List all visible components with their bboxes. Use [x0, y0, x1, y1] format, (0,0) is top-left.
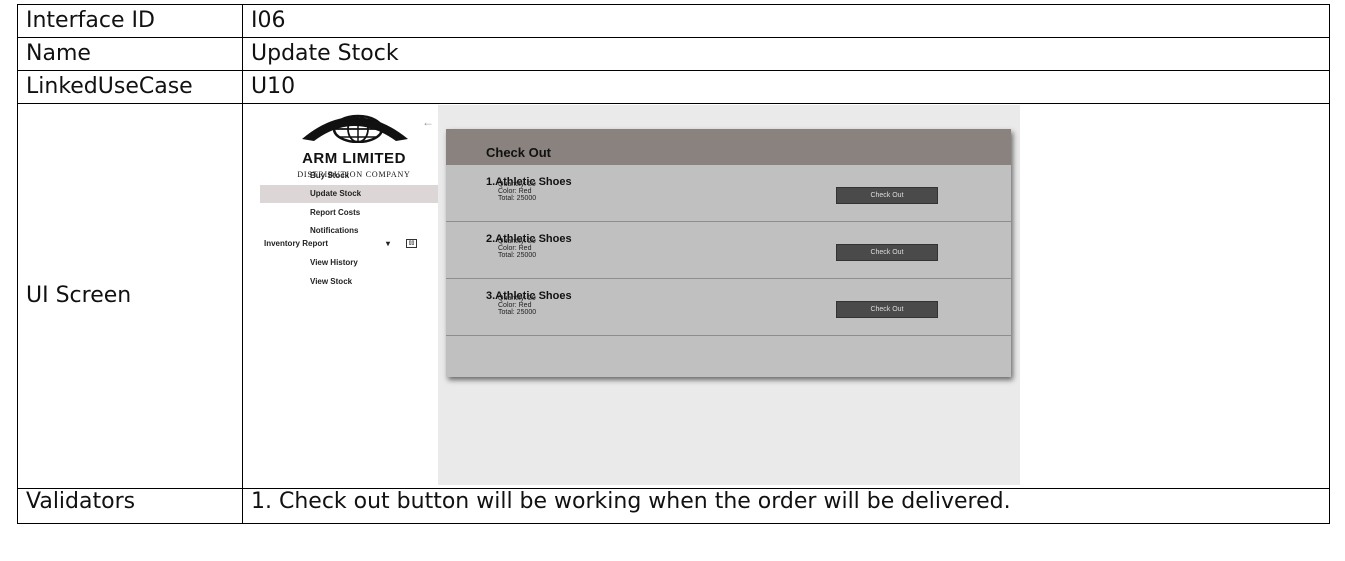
- spec-key: Name: [17, 37, 243, 71]
- item-quantity: Quantity: 20: [498, 295, 536, 302]
- spec-row-name: Name Update Stock: [17, 37, 1330, 71]
- checkout-item: 3.Athletic Shoes Quantity: 20 Color: Red…: [446, 279, 1011, 336]
- item-total: Total: 25000: [498, 195, 537, 202]
- checkout-panel: Check Out 1.Athletic Shoes Quantity: 20 …: [446, 129, 1011, 377]
- item-color: Color: Red: [498, 188, 532, 195]
- item-color: Color: Red: [498, 245, 532, 252]
- nav-item-view-stock[interactable]: View Stock: [260, 273, 438, 291]
- chevron-down-icon: ▾: [386, 239, 391, 248]
- ui-screen-cell: ARM LIMITED DISTRIBUTION COMPANY ← Buy S…: [242, 103, 1330, 489]
- spec-key: Interface ID: [17, 4, 243, 38]
- sidebar: ARM LIMITED DISTRIBUTION COMPANY ← Buy S…: [260, 105, 438, 485]
- nav-item-update-stock[interactable]: Update Stock: [260, 185, 438, 203]
- spec-row-ui-screen: UI Screen ARM LIMITED DISTRIBUTION COMPA…: [17, 103, 1330, 489]
- ui-screenshot: ARM LIMITED DISTRIBUTION COMPANY ← Buy S…: [260, 105, 1020, 485]
- checkout-header: Check Out: [446, 129, 1011, 165]
- checkout-item: 2.Athletic Shoes Quantity: 20 Color: Red…: [446, 222, 1011, 279]
- validators-text: 1. Check out button will be working when…: [242, 488, 1330, 524]
- item-quantity: Quantity: 20: [498, 238, 536, 245]
- nav-item-report-costs[interactable]: Report Costs: [260, 204, 438, 222]
- globe-logo-icon: [302, 114, 408, 143]
- check-out-button[interactable]: Check Out: [836, 301, 938, 318]
- item-quantity: Quantity: 20: [498, 181, 536, 188]
- checkout-title: Check Out: [486, 145, 552, 160]
- interface-spec-table: Interface ID I06 Name Update Stock Linke…: [17, 4, 1330, 524]
- spec-row-validators: Validators 1. Check out button will be w…: [17, 488, 1330, 524]
- item-total: Total: 25000: [498, 309, 537, 316]
- check-out-button[interactable]: Check Out: [836, 244, 938, 261]
- spec-key: Validators: [17, 488, 243, 524]
- check-out-button[interactable]: Check Out: [836, 187, 938, 204]
- inventory-report-icon: ▯▯: [406, 239, 417, 248]
- spec-row-linked-use-case: LinkedUseCase U10: [17, 70, 1330, 104]
- spec-key: UI Screen: [17, 103, 243, 489]
- spec-value: I06: [242, 4, 1330, 38]
- spec-row-interface-id: Interface ID I06: [17, 4, 1330, 38]
- item-color: Color: Red: [498, 302, 532, 309]
- company-logo: ARM LIMITED DISTRIBUTION COMPANY: [274, 109, 434, 179]
- nav-item-buy-stock[interactable]: Buy Stock: [260, 167, 438, 185]
- spec-value: U10: [242, 70, 1330, 104]
- checkout-item: 1.Athletic Shoes Quantity: 20 Color: Red…: [446, 165, 1011, 222]
- back-arrow-icon[interactable]: ←: [422, 109, 434, 135]
- spec-value: Update Stock: [242, 37, 1330, 71]
- nav-item-view-history[interactable]: View History: [260, 254, 438, 272]
- nav-item-inventory-report[interactable]: Inventory Report ▾ ▯▯: [260, 235, 438, 253]
- item-total: Total: 25000: [498, 252, 537, 259]
- spec-key: LinkedUseCase: [17, 70, 243, 104]
